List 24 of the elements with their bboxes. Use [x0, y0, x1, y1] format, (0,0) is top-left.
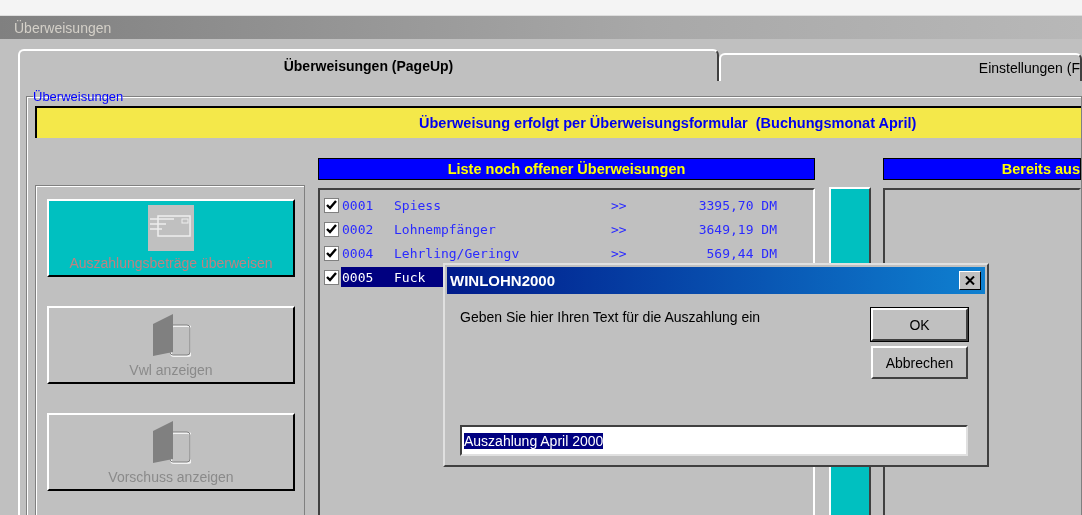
checkbox[interactable] — [324, 197, 339, 213]
banner-text: Überweisung erfolgt per Überweisungsformular (Buchungsmonat April) — [419, 115, 917, 131]
list-item[interactable]: 0004 Lehrling/Geringv >> 569,44 DM — [341, 243, 782, 263]
tab[interactable]: Einstellungen (F — [719, 53, 1082, 81]
list-header: Liste noch offener Überweisungen — [318, 158, 815, 180]
list-header: Bereits aus — [883, 158, 1081, 180]
group-label: Überweisungen — [33, 89, 124, 104]
checkbox[interactable] — [324, 221, 339, 237]
form-icon — [148, 205, 194, 251]
window-title: Überweisungen — [14, 19, 112, 36]
dialog-title: WINLOHN2000 — [450, 272, 556, 289]
book-icon — [151, 421, 191, 465]
input-field[interactable]: Auszahlung April 2000 — [460, 425, 968, 456]
close-icon — [965, 276, 975, 285]
tab[interactable]: Überweisungen (PageUp) — [18, 49, 719, 81]
list-item[interactable]: 0002 Lohnempfänger >> 3649,19 DM — [341, 219, 782, 239]
dialog-button[interactable]: OK — [871, 308, 968, 341]
dialog-button[interactable]: Abbrechen — [871, 346, 968, 379]
checkbox[interactable] — [324, 245, 339, 261]
close-button[interactable] — [959, 271, 981, 290]
book-icon — [151, 314, 191, 358]
list-item[interactable]: 0001 Spiess >> 3395,70 DM — [341, 195, 782, 215]
prompt-text: Geben Sie hier Ihren Text für die Auszahlung ein — [460, 309, 761, 327]
checkbox[interactable] — [324, 269, 339, 285]
